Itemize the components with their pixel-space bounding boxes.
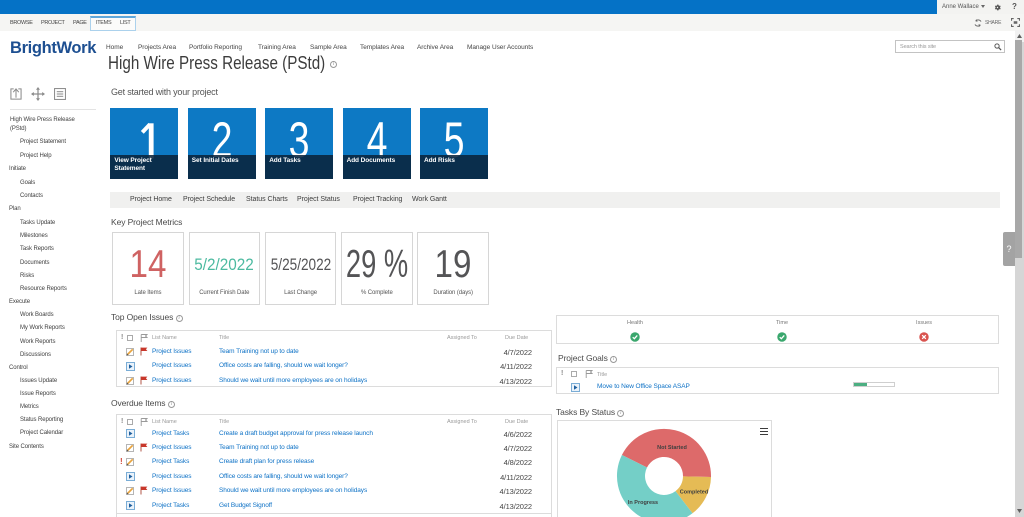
svg-text:In Progress: In Progress (628, 500, 658, 506)
svg-text:Completed: Completed (680, 490, 708, 496)
svg-text:Not Started: Not Started (657, 445, 687, 451)
